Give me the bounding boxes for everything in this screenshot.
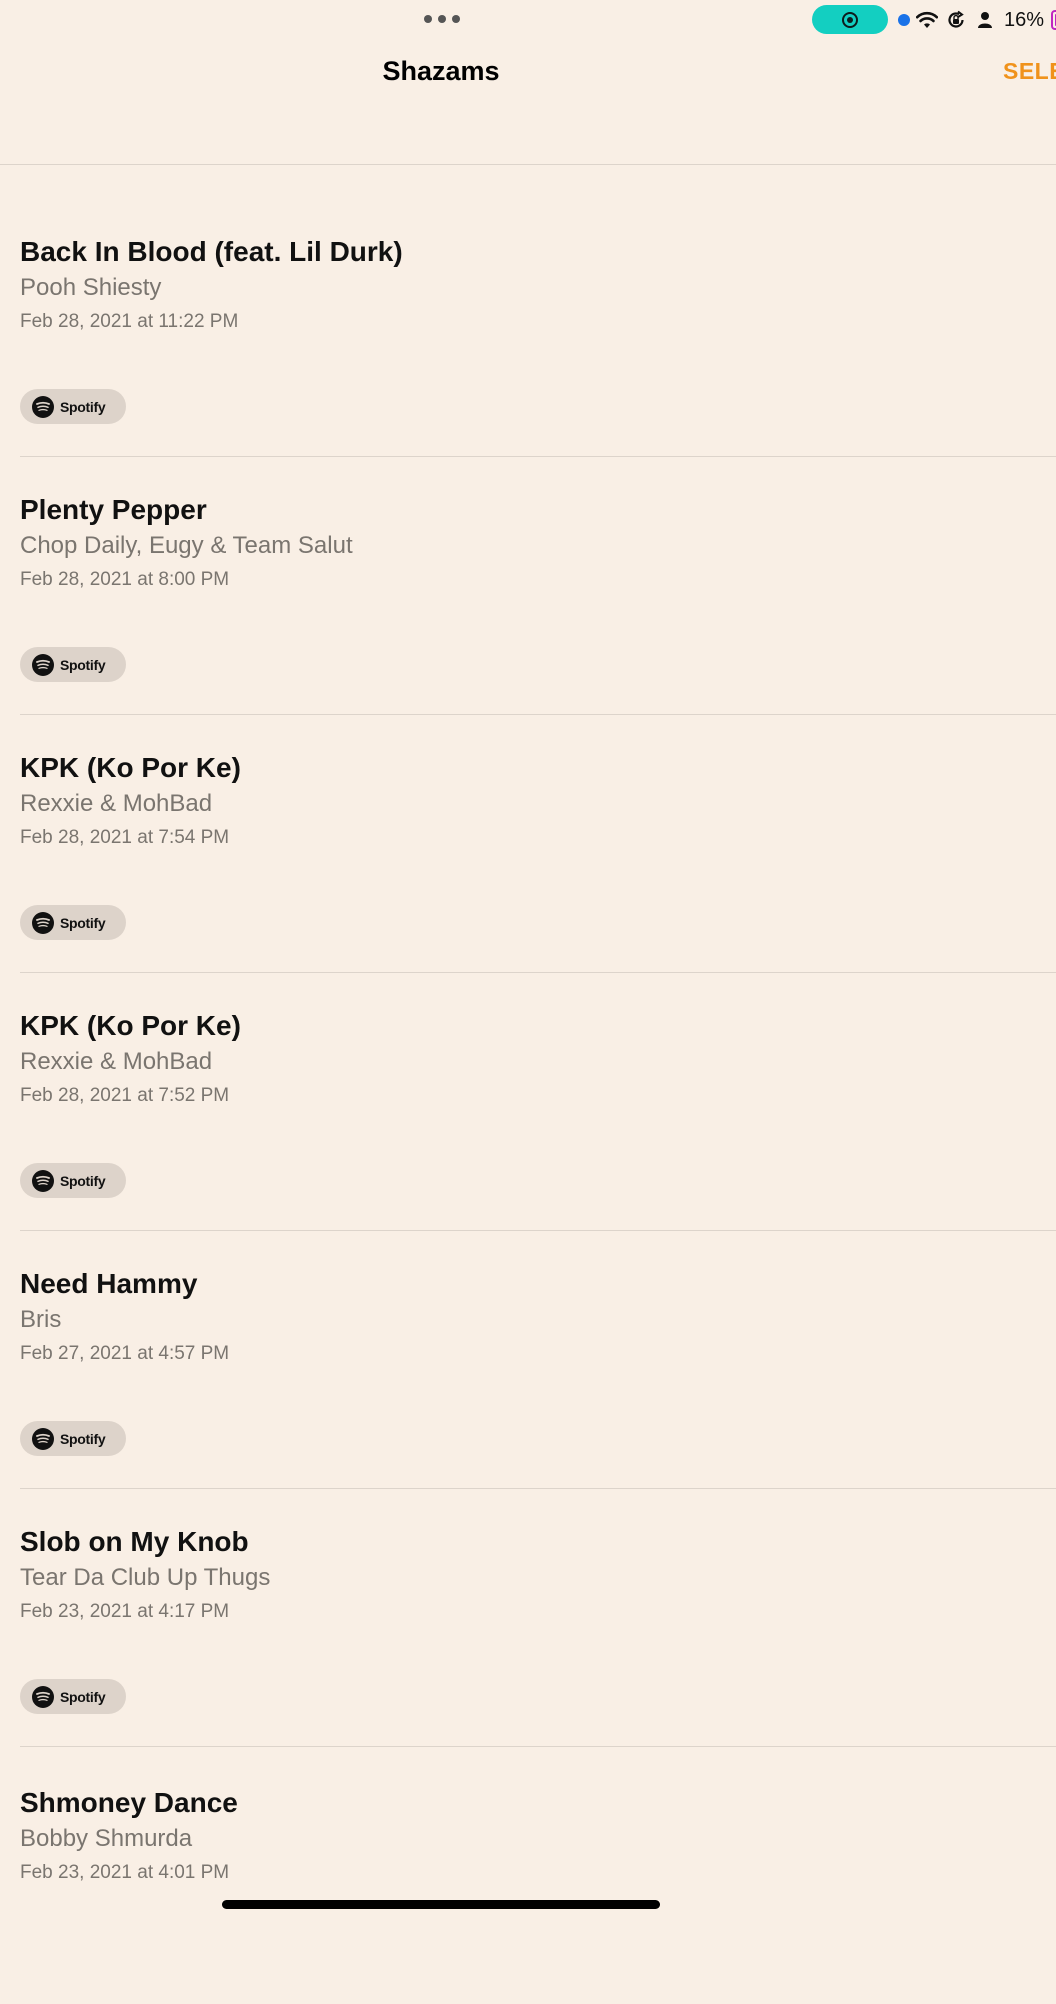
artist-name: Bris [20,1306,62,1333]
artist-name: Rexxie & MohBad [20,790,213,817]
artist-name: Rexxie & MohBad [20,1048,213,1075]
spotify-label: Spotify [60,1430,106,1447]
navigation-bar: Shazams SELECT [0,40,1056,165]
song-title: Need Hammy [20,1268,198,1299]
shazam-date: Feb 23, 2021 at 4:17 PM [20,1601,230,1622]
spotify-label: Spotify [60,914,106,931]
battery-icon [1051,10,1056,30]
rotation-lock-icon [944,8,968,32]
spotify-icon [32,1685,54,1708]
list-item[interactable]: Plenty Pepper Chop Daily, Eugy & Team Sa… [20,457,1056,715]
artist-name: Chop Daily, Eugy & Team Salut [20,532,353,559]
list-item[interactable]: Back In Blood (feat. Lil Durk) Pooh Shie… [20,165,1056,457]
spotify-button[interactable]: Spotify [20,905,126,940]
location-dot-icon [898,14,910,26]
select-button[interactable]: SELECT [1003,58,1056,85]
spotify-label: Spotify [60,656,106,673]
spotify-icon [32,395,54,418]
shazam-date: Feb 27, 2021 at 4:57 PM [20,1343,230,1364]
spotify-label: Spotify [60,1172,106,1189]
spotify-button[interactable]: Spotify [20,1679,126,1714]
shazam-date: Feb 23, 2021 at 4:01 PM [20,1862,230,1883]
artist-name: Bobby Shmurda [20,1825,193,1852]
wifi-icon [915,8,939,32]
spotify-label: Spotify [60,398,106,415]
song-title: Slob on My Knob [20,1526,249,1557]
list-item[interactable]: KPK (Ko Por Ke) Rexxie & MohBad Feb 28, … [20,715,1056,973]
spotify-button[interactable]: Spotify [20,647,126,682]
spotify-icon [32,1427,54,1450]
shazam-date: Feb 28, 2021 at 7:54 PM [20,827,230,848]
page-title: Shazams [382,56,500,86]
battery-percentage: 16% [1004,8,1045,31]
multitask-dots-icon[interactable] [424,14,460,24]
song-title: Back In Blood (feat. Lil Durk) [20,236,403,267]
spotify-button[interactable]: Spotify [20,1421,126,1456]
song-title: Plenty Pepper [20,494,207,525]
screen-record-icon [842,11,858,28]
spotify-icon [32,653,54,676]
status-icons: 16% [898,6,1056,34]
list-item[interactable]: Slob on My Knob Tear Da Club Up Thugs Fe… [20,1489,1056,1747]
list-item[interactable]: Shmoney Dance Bobby Shmurda Feb 23, 2021… [20,1747,1056,2004]
spotify-icon [32,911,54,934]
person-icon [973,8,997,32]
shazam-date: Feb 28, 2021 at 8:00 PM [20,569,230,590]
shazam-date: Feb 28, 2021 at 7:52 PM [20,1085,230,1106]
song-title: KPK (Ko Por Ke) [20,1010,241,1041]
spotify-icon [32,1169,54,1192]
shazam-list: Back In Blood (feat. Lil Durk) Pooh Shie… [0,165,1056,2004]
spotify-button[interactable]: Spotify [20,1163,126,1198]
artist-name: Pooh Shiesty [20,274,162,301]
song-title: KPK (Ko Por Ke) [20,752,241,783]
list-item[interactable]: Need Hammy Bris Feb 27, 2021 at 4:57 PM … [20,1231,1056,1489]
screen-record-indicator[interactable] [812,5,888,34]
list-item[interactable]: KPK (Ko Por Ke) Rexxie & MohBad Feb 28, … [20,973,1056,1231]
spotify-label: Spotify [60,1688,106,1705]
shazam-date: Feb 28, 2021 at 11:22 PM [20,311,239,332]
artist-name: Tear Da Club Up Thugs [20,1564,271,1591]
spotify-button[interactable]: Spotify [20,389,126,424]
home-indicator[interactable] [222,1900,660,1909]
status-bar: 16% [0,0,1056,40]
song-title: Shmoney Dance [20,1787,238,1818]
